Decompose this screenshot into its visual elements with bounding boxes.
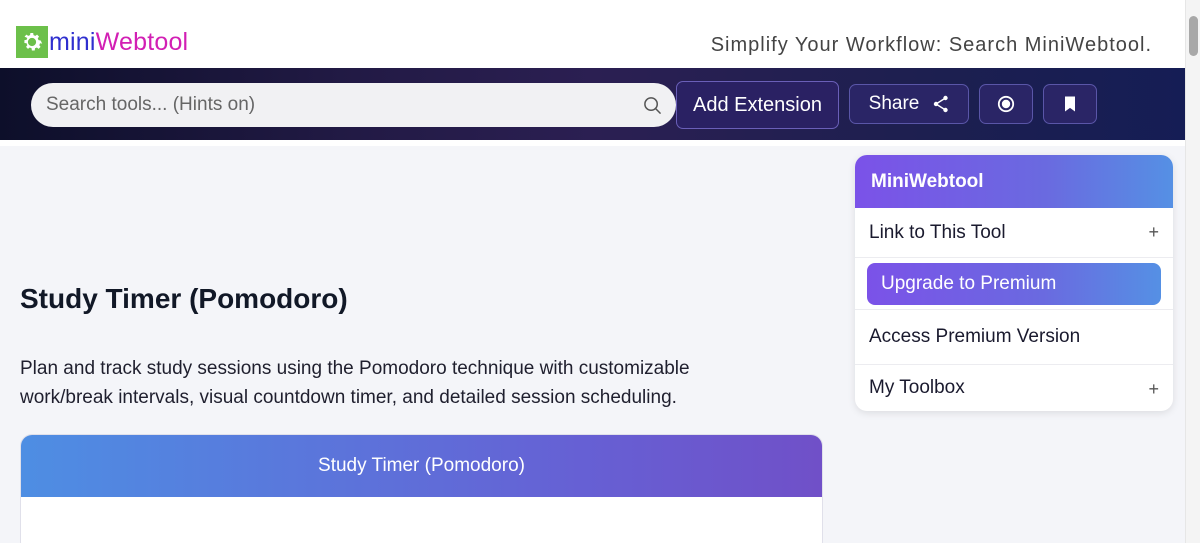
record-button[interactable] bbox=[979, 84, 1033, 124]
search-input[interactable] bbox=[46, 83, 636, 127]
share-label: Share bbox=[868, 93, 920, 114]
sidebar-item-label: My Toolbox bbox=[869, 377, 965, 398]
page-description: Plan and track study sessions using the … bbox=[20, 358, 690, 408]
site-logo[interactable]: miniWebtool bbox=[16, 26, 188, 58]
bookmark-icon bbox=[1065, 96, 1075, 112]
top-header: miniWebtool Simplify Your Workflow: Sear… bbox=[0, 0, 1185, 68]
scrollbar-thumb[interactable] bbox=[1189, 16, 1198, 56]
site-tagline: Simplify Your Workflow: Search MiniWebto… bbox=[710, 34, 1152, 56]
add-extension-button[interactable]: Add Extension bbox=[676, 81, 839, 129]
search-icon[interactable] bbox=[643, 96, 662, 115]
sidebar-item-my-toolbox[interactable]: My Toolbox + bbox=[855, 365, 1173, 411]
share-button[interactable]: Share bbox=[849, 84, 969, 124]
logo-webtool-text: Webtool bbox=[95, 28, 189, 56]
record-icon bbox=[997, 95, 1015, 113]
search-box bbox=[31, 83, 676, 127]
plus-icon[interactable]: + bbox=[1148, 222, 1159, 243]
tool-card: Study Timer (Pomodoro) bbox=[20, 434, 823, 543]
sidebar-title: MiniWebtool bbox=[855, 155, 1173, 208]
tool-card-header: Study Timer (Pomodoro) bbox=[21, 435, 822, 497]
sidebar-item-label: Link to This Tool bbox=[869, 221, 1006, 243]
gear-icon bbox=[16, 26, 48, 58]
nav-bar: Add Extension Share bbox=[0, 68, 1185, 140]
sidebar-item-access-premium[interactable]: Access Premium Version bbox=[855, 310, 1173, 365]
nav-divider bbox=[0, 140, 1185, 146]
logo-mini-text: mini bbox=[49, 28, 96, 56]
logo-text: miniWebtool bbox=[49, 26, 188, 58]
bookmark-button[interactable] bbox=[1043, 84, 1097, 124]
share-icon bbox=[934, 95, 949, 113]
sidebar-item-label: Access Premium Version bbox=[869, 326, 1081, 347]
sidebar-panel: MiniWebtool Link to This Tool + Upgrade … bbox=[855, 155, 1173, 411]
plus-icon[interactable]: + bbox=[1148, 379, 1159, 400]
page-title: Study Timer (Pomodoro) bbox=[20, 283, 348, 314]
upgrade-premium-button[interactable]: Upgrade to Premium bbox=[867, 263, 1161, 305]
sidebar-item-link-to-tool[interactable]: Link to This Tool + bbox=[855, 208, 1173, 258]
page-scrollbar[interactable] bbox=[1185, 0, 1200, 543]
sidebar-premium-wrapper: Upgrade to Premium bbox=[855, 258, 1173, 310]
